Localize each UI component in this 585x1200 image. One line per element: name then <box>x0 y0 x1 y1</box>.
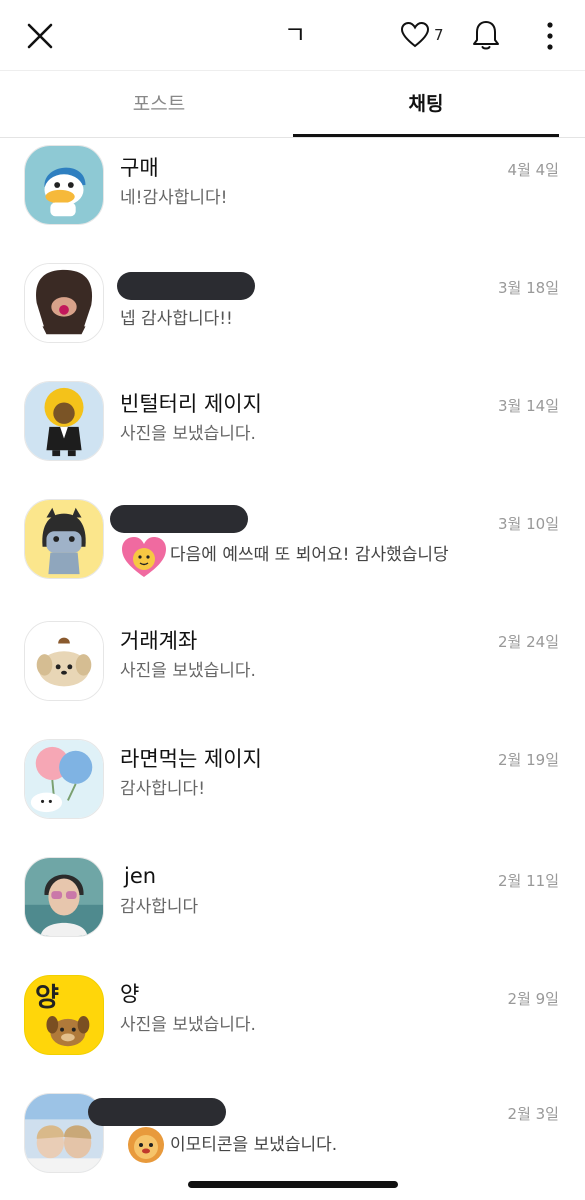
chat-name: 구매 <box>120 156 159 180</box>
chat-list-item[interactable]: jen 감사합니다 2월 11일 <box>0 847 585 965</box>
chat-last-message: 다음에 예쓰때 또 뵈어요! 감사했습니당 <box>170 545 449 565</box>
chat-name: 빈털터리 제이지 <box>120 392 262 416</box>
chat-last-message: 넵 감사합니다!! <box>120 309 233 329</box>
chat-list-item[interactable]: 넵 감사합니다!! 3월 18일 <box>0 257 585 375</box>
tab-posts[interactable]: 포스트 <box>26 71 292 138</box>
avatar: 양 <box>24 975 104 1055</box>
chat-list-item[interactable]: 빈털터리 제이지 사진을 보냈습니다. 3월 14일 <box>0 375 585 493</box>
avatar <box>24 145 104 225</box>
chat-date: 2월 19일 <box>498 751 559 769</box>
tab-chat[interactable]: 채팅 <box>293 71 559 138</box>
chat-date: 2월 24일 <box>498 633 559 651</box>
avatar <box>24 739 104 819</box>
chat-last-message: 이모티콘을 보냈습니다. <box>170 1135 338 1155</box>
chat-last-message: 사진을 보냈습니다. <box>120 424 256 444</box>
redacted-name <box>110 505 248 533</box>
top-bar: ㄱ 7 <box>0 0 585 70</box>
avatar <box>24 621 104 701</box>
chat-name: 양 <box>120 982 140 1006</box>
chat-last-message: 네!감사합니다! <box>120 188 228 208</box>
chat-date: 4월 4일 <box>507 161 559 179</box>
lion-sticker-icon <box>124 1123 168 1167</box>
page-title: ㄱ <box>284 21 307 49</box>
chat-date: 3월 18일 <box>498 279 559 297</box>
chat-last-message: 사진을 보냈습니다. <box>120 1015 256 1035</box>
chat-date: 3월 10일 <box>498 515 559 533</box>
chat-last-message: 감사합니다! <box>120 779 206 799</box>
avatar <box>24 263 104 343</box>
active-tab-indicator <box>293 134 559 137</box>
chat-last-message: 사진을 보냈습니다. <box>120 661 256 681</box>
like-count: 7 <box>434 26 444 44</box>
tab-bar: 포스트 채팅 <box>0 70 585 138</box>
redacted-name <box>88 1098 226 1126</box>
chat-date: 2월 11일 <box>498 872 559 890</box>
home-indicator[interactable] <box>188 1181 398 1188</box>
redacted-name <box>117 272 255 300</box>
chat-date: 3월 14일 <box>498 397 559 415</box>
heart-sticker-icon <box>120 535 168 579</box>
chat-list-item[interactable]: 구매 네!감사합니다! 4월 4일 <box>0 139 585 257</box>
chat-list-item[interactable]: 거래계좌 사진을 보냈습니다. 2월 24일 <box>0 611 585 729</box>
chat-name: 라면먹는 제이지 <box>120 747 262 771</box>
chat-last-message: 감사합니다 <box>120 897 199 917</box>
close-icon[interactable] <box>24 20 56 52</box>
chat-date: 2월 9일 <box>507 990 559 1008</box>
chat-list-item[interactable]: 다음에 예쓰때 또 뵈어요! 감사했습니당 3월 10일 <box>0 493 585 611</box>
bell-icon[interactable] <box>470 18 502 52</box>
chat-name: 거래계좌 <box>120 629 198 653</box>
avatar <box>24 381 104 461</box>
chat-name: jen <box>124 864 157 888</box>
chat-list-item[interactable]: 라면먹는 제이지 감사합니다! 2월 19일 <box>0 729 585 847</box>
more-vertical-icon[interactable] <box>540 20 560 52</box>
chat-list: 구매 네!감사합니다! 4월 4일 넵 감사합니다!! 3월 18일 빈털터리 … <box>0 139 585 1200</box>
heart-icon[interactable] <box>400 20 430 50</box>
chat-date: 2월 3일 <box>507 1105 559 1123</box>
avatar <box>24 499 104 579</box>
avatar <box>24 857 104 937</box>
chat-list-item[interactable]: 양 양 사진을 보냈습니다. 2월 9일 <box>0 965 585 1083</box>
